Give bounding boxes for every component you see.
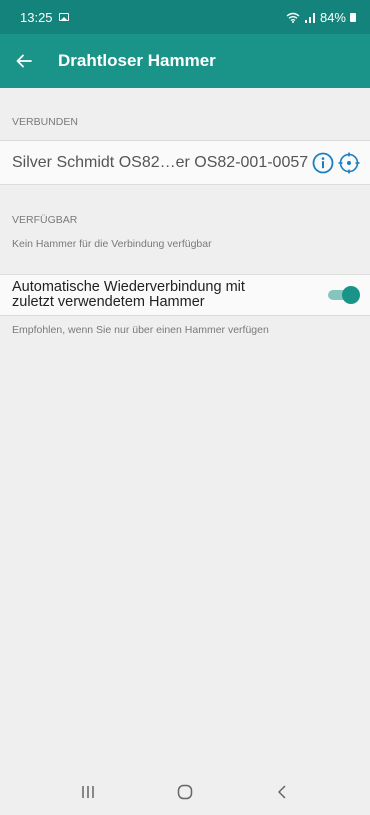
status-bar: 13:25 84% [0,0,370,34]
gallery-icon [58,13,69,21]
status-left: 13:25 [20,10,69,25]
home-button[interactable] [160,772,210,812]
auto-reconnect-label: Automatische Wiederverbindung mit zuletz… [12,280,324,310]
toggle-knob [342,286,360,304]
section-header-available: VERFÜGBAR [12,214,78,226]
auto-reconnect-note: Empfohlen, wenn Sie nur über einen Hamme… [12,324,269,336]
auto-reconnect-label-line2: zuletzt verwendetem Hammer [12,294,205,310]
home-icon [177,784,193,800]
system-nav-bar [0,769,370,815]
auto-reconnect-toggle[interactable] [324,285,360,305]
back-button[interactable] [0,34,48,88]
auto-reconnect-label-line1: Automatische Wiederverbindung mit [12,279,245,295]
wifi-icon [286,12,300,23]
device-name: Silver Schmidt OS82…er OS82-001-0057 [12,153,309,171]
auto-reconnect-row[interactable]: Automatische Wiederverbindung mit zuletz… [0,274,370,316]
battery-icon [350,12,356,22]
content: VERBUNDEN Silver Schmidt OS82…er OS82-00… [0,88,370,336]
connected-device-row[interactable]: Silver Schmidt OS82…er OS82-001-0057 [0,140,370,185]
no-hammer-hint: Kein Hammer für die Verbindung verfügbar [12,238,212,250]
recents-button[interactable] [63,772,113,812]
arrow-left-icon [16,54,32,68]
section-header-connected: VERBUNDEN [12,116,78,128]
status-right: 84% [286,10,356,25]
signal-icon [304,12,315,23]
app-bar: Drahtloser Hammer [0,34,370,88]
system-back-button[interactable] [257,772,307,812]
recents-icon [82,786,95,798]
page-title: Drahtloser Hammer [58,51,216,70]
locate-icon[interactable] [338,152,360,174]
status-time: 13:25 [20,9,53,25]
back-icon [277,785,286,799]
info-icon[interactable] [312,152,334,174]
battery-percent: 84% [319,9,346,25]
